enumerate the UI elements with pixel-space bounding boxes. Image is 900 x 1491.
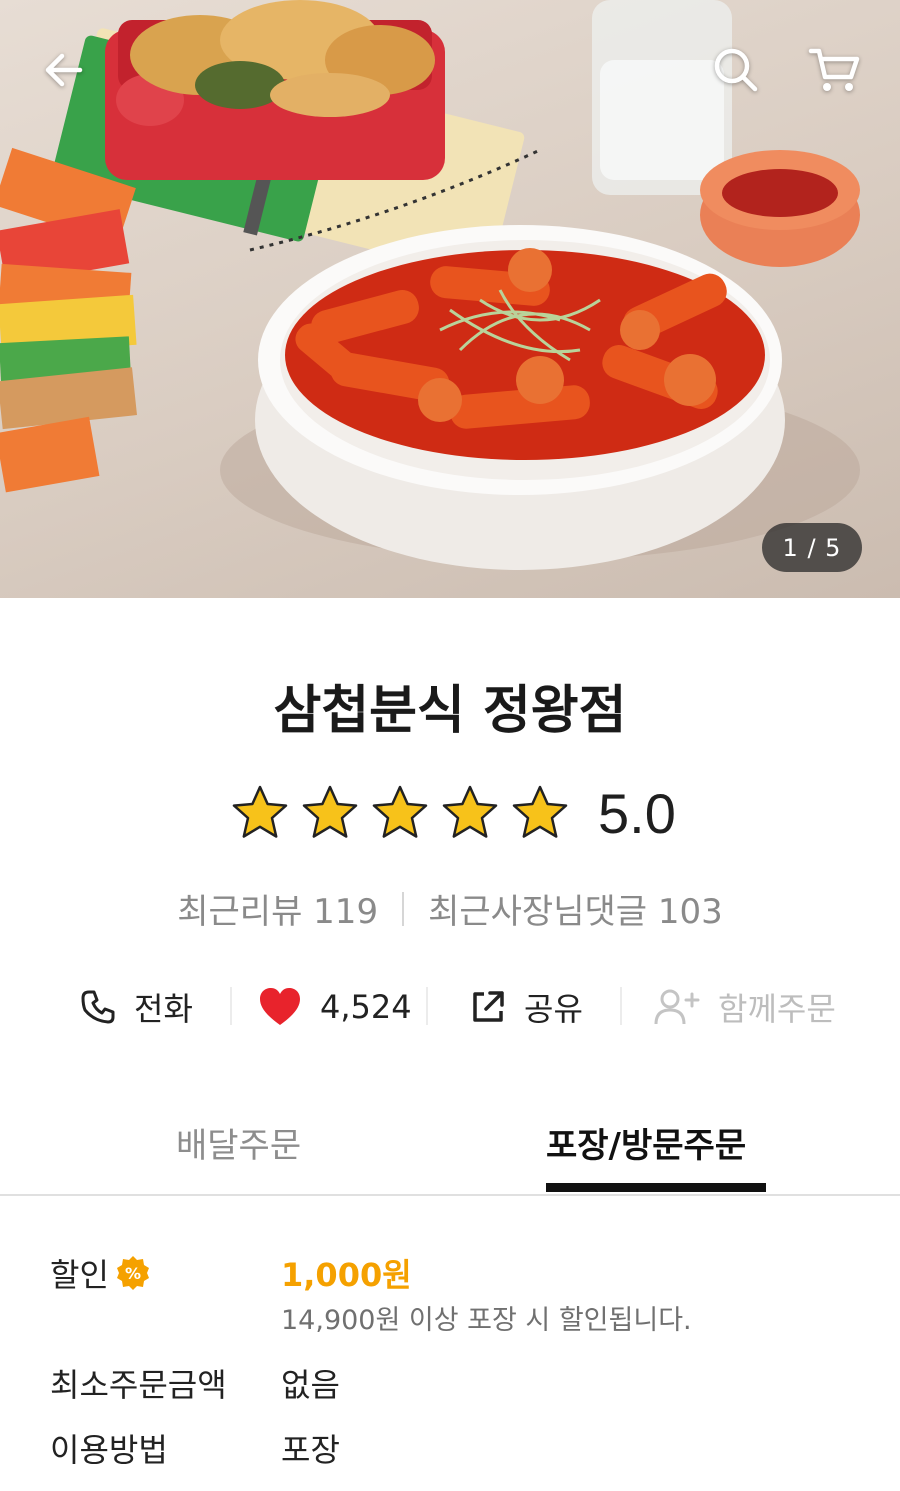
add-person-icon [654, 989, 700, 1025]
like-count: 4,524 [320, 988, 412, 1026]
call-label: 전화 [134, 990, 193, 1028]
store-name: 삼첩분식 정왕점 [273, 681, 627, 741]
star-icon [302, 785, 358, 838]
method-label: 이용방법 [50, 1431, 168, 1469]
discount-badge-icon: % [116, 1256, 149, 1290]
recent-reviews-link[interactable]: 최근리뷰 119 [177, 884, 378, 933]
phone-icon [81, 990, 115, 1024]
call-button[interactable]: 전화 [80, 978, 193, 1036]
divider [402, 891, 405, 926]
discount-note: 14,900원 이상 포장 시 할인됩니다. [281, 1305, 692, 1336]
active-tab-indicator [546, 1183, 766, 1192]
divider [230, 987, 232, 1025]
search-icon [714, 48, 758, 92]
share-icon [473, 991, 504, 1022]
group-order-button[interactable]: 함께주문 [654, 978, 836, 1036]
cart-button[interactable] [802, 38, 866, 102]
discount-amount: 1,000원 [281, 1256, 412, 1294]
discount-badge-text: % [125, 1264, 141, 1283]
like-button[interactable]: 4,524 [258, 978, 412, 1036]
share-button[interactable]: 공유 [470, 978, 583, 1036]
arrow-left-icon [45, 53, 83, 87]
tab-delivery[interactable]: 배달주문 [176, 1118, 301, 1167]
min-order-value: 없음 [281, 1366, 340, 1404]
discount-label: 할인 [50, 1256, 109, 1294]
owner-replies-link[interactable]: 최근사장님댓글 103 [428, 884, 723, 933]
review-summary: 최근리뷰 119 최근사장님댓글 103 [0, 884, 900, 933]
discount-label-row: 할인 % [50, 1250, 151, 1296]
store-hero-image[interactable]: 1 / 5 [0, 0, 900, 598]
group-order-label: 함께주문 [718, 990, 836, 1028]
back-button[interactable] [32, 38, 96, 102]
star-icon [372, 785, 428, 838]
divider [620, 987, 622, 1025]
divider [426, 987, 428, 1025]
action-row: 전화 4,524 공유 함께주문 [0, 978, 900, 1036]
rating-row: 5.0 [230, 778, 676, 848]
tab-pickup[interactable]: 포장/방문주문 [546, 1118, 746, 1167]
method-value: 포장 [281, 1431, 340, 1469]
star-icon [512, 785, 568, 838]
cart-icon [808, 48, 860, 91]
rating-score: 5.0 [598, 781, 676, 845]
star-icon [232, 785, 288, 838]
star-icon [442, 785, 498, 838]
heart-icon [260, 988, 300, 1025]
min-order-label: 최소주문금액 [50, 1366, 227, 1404]
image-counter: 1 / 5 [762, 523, 862, 572]
search-button[interactable] [704, 38, 768, 102]
share-label: 공유 [524, 990, 583, 1028]
